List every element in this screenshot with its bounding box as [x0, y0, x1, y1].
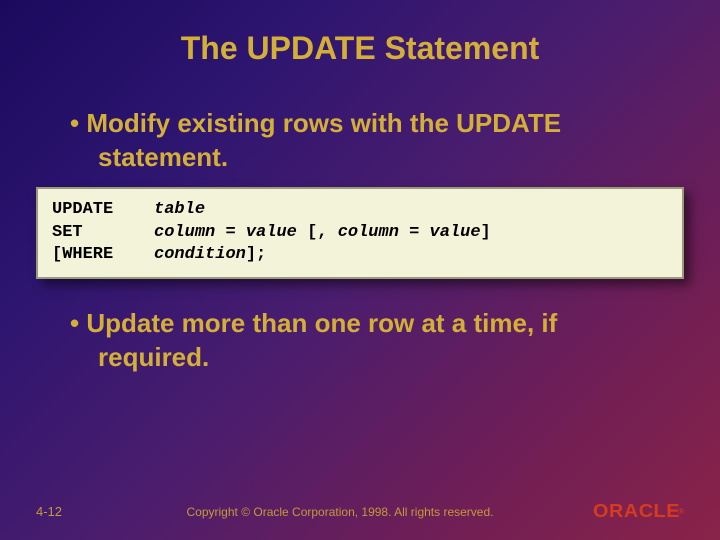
code-arg-value-1: value [246, 223, 297, 242]
copyright-text: Copyright © Oracle Corporation, 1998. Al… [116, 505, 564, 519]
code-bracket-close: ] [481, 223, 491, 242]
footer: 4-12 Copyright © Oracle Corporation, 199… [0, 501, 720, 522]
code-eq-2: = [399, 223, 430, 242]
code-line-2: SET column = value [, column = value] [52, 222, 668, 245]
code-arg-table: table [154, 200, 205, 219]
code-kw-update: UPDATE [52, 200, 113, 219]
bullet-2-line-1: • Update more than one row at a time, if [0, 307, 720, 341]
oracle-logo: ORACLE® [564, 501, 684, 522]
slide-title: The UPDATE Statement [0, 0, 720, 107]
code-arg-condition: condition [154, 245, 246, 264]
code-arg-column-1: column [154, 223, 215, 242]
syntax-code-box: UPDATE table SET column = value [, colum… [36, 187, 684, 280]
page-number: 4-12 [36, 504, 116, 519]
code-line-3: [WHERE condition]; [52, 244, 668, 267]
bullet-2-line-2: required. [0, 341, 720, 375]
bullet-1-line-1: • Modify existing rows with the UPDATE [0, 107, 720, 141]
code-terminator: ]; [246, 245, 266, 264]
code-kw-set: SET [52, 223, 83, 242]
bullet-1-line-2: statement. [0, 141, 720, 175]
code-bracket-open: [, [297, 223, 338, 242]
code-eq-1: = [215, 223, 246, 242]
code-kw-where: [WHERE [52, 245, 113, 264]
code-arg-value-2: value [430, 223, 481, 242]
oracle-logo-text: ORACLE [593, 501, 680, 522]
code-arg-column-2: column [338, 223, 399, 242]
code-line-1: UPDATE table [52, 199, 668, 222]
